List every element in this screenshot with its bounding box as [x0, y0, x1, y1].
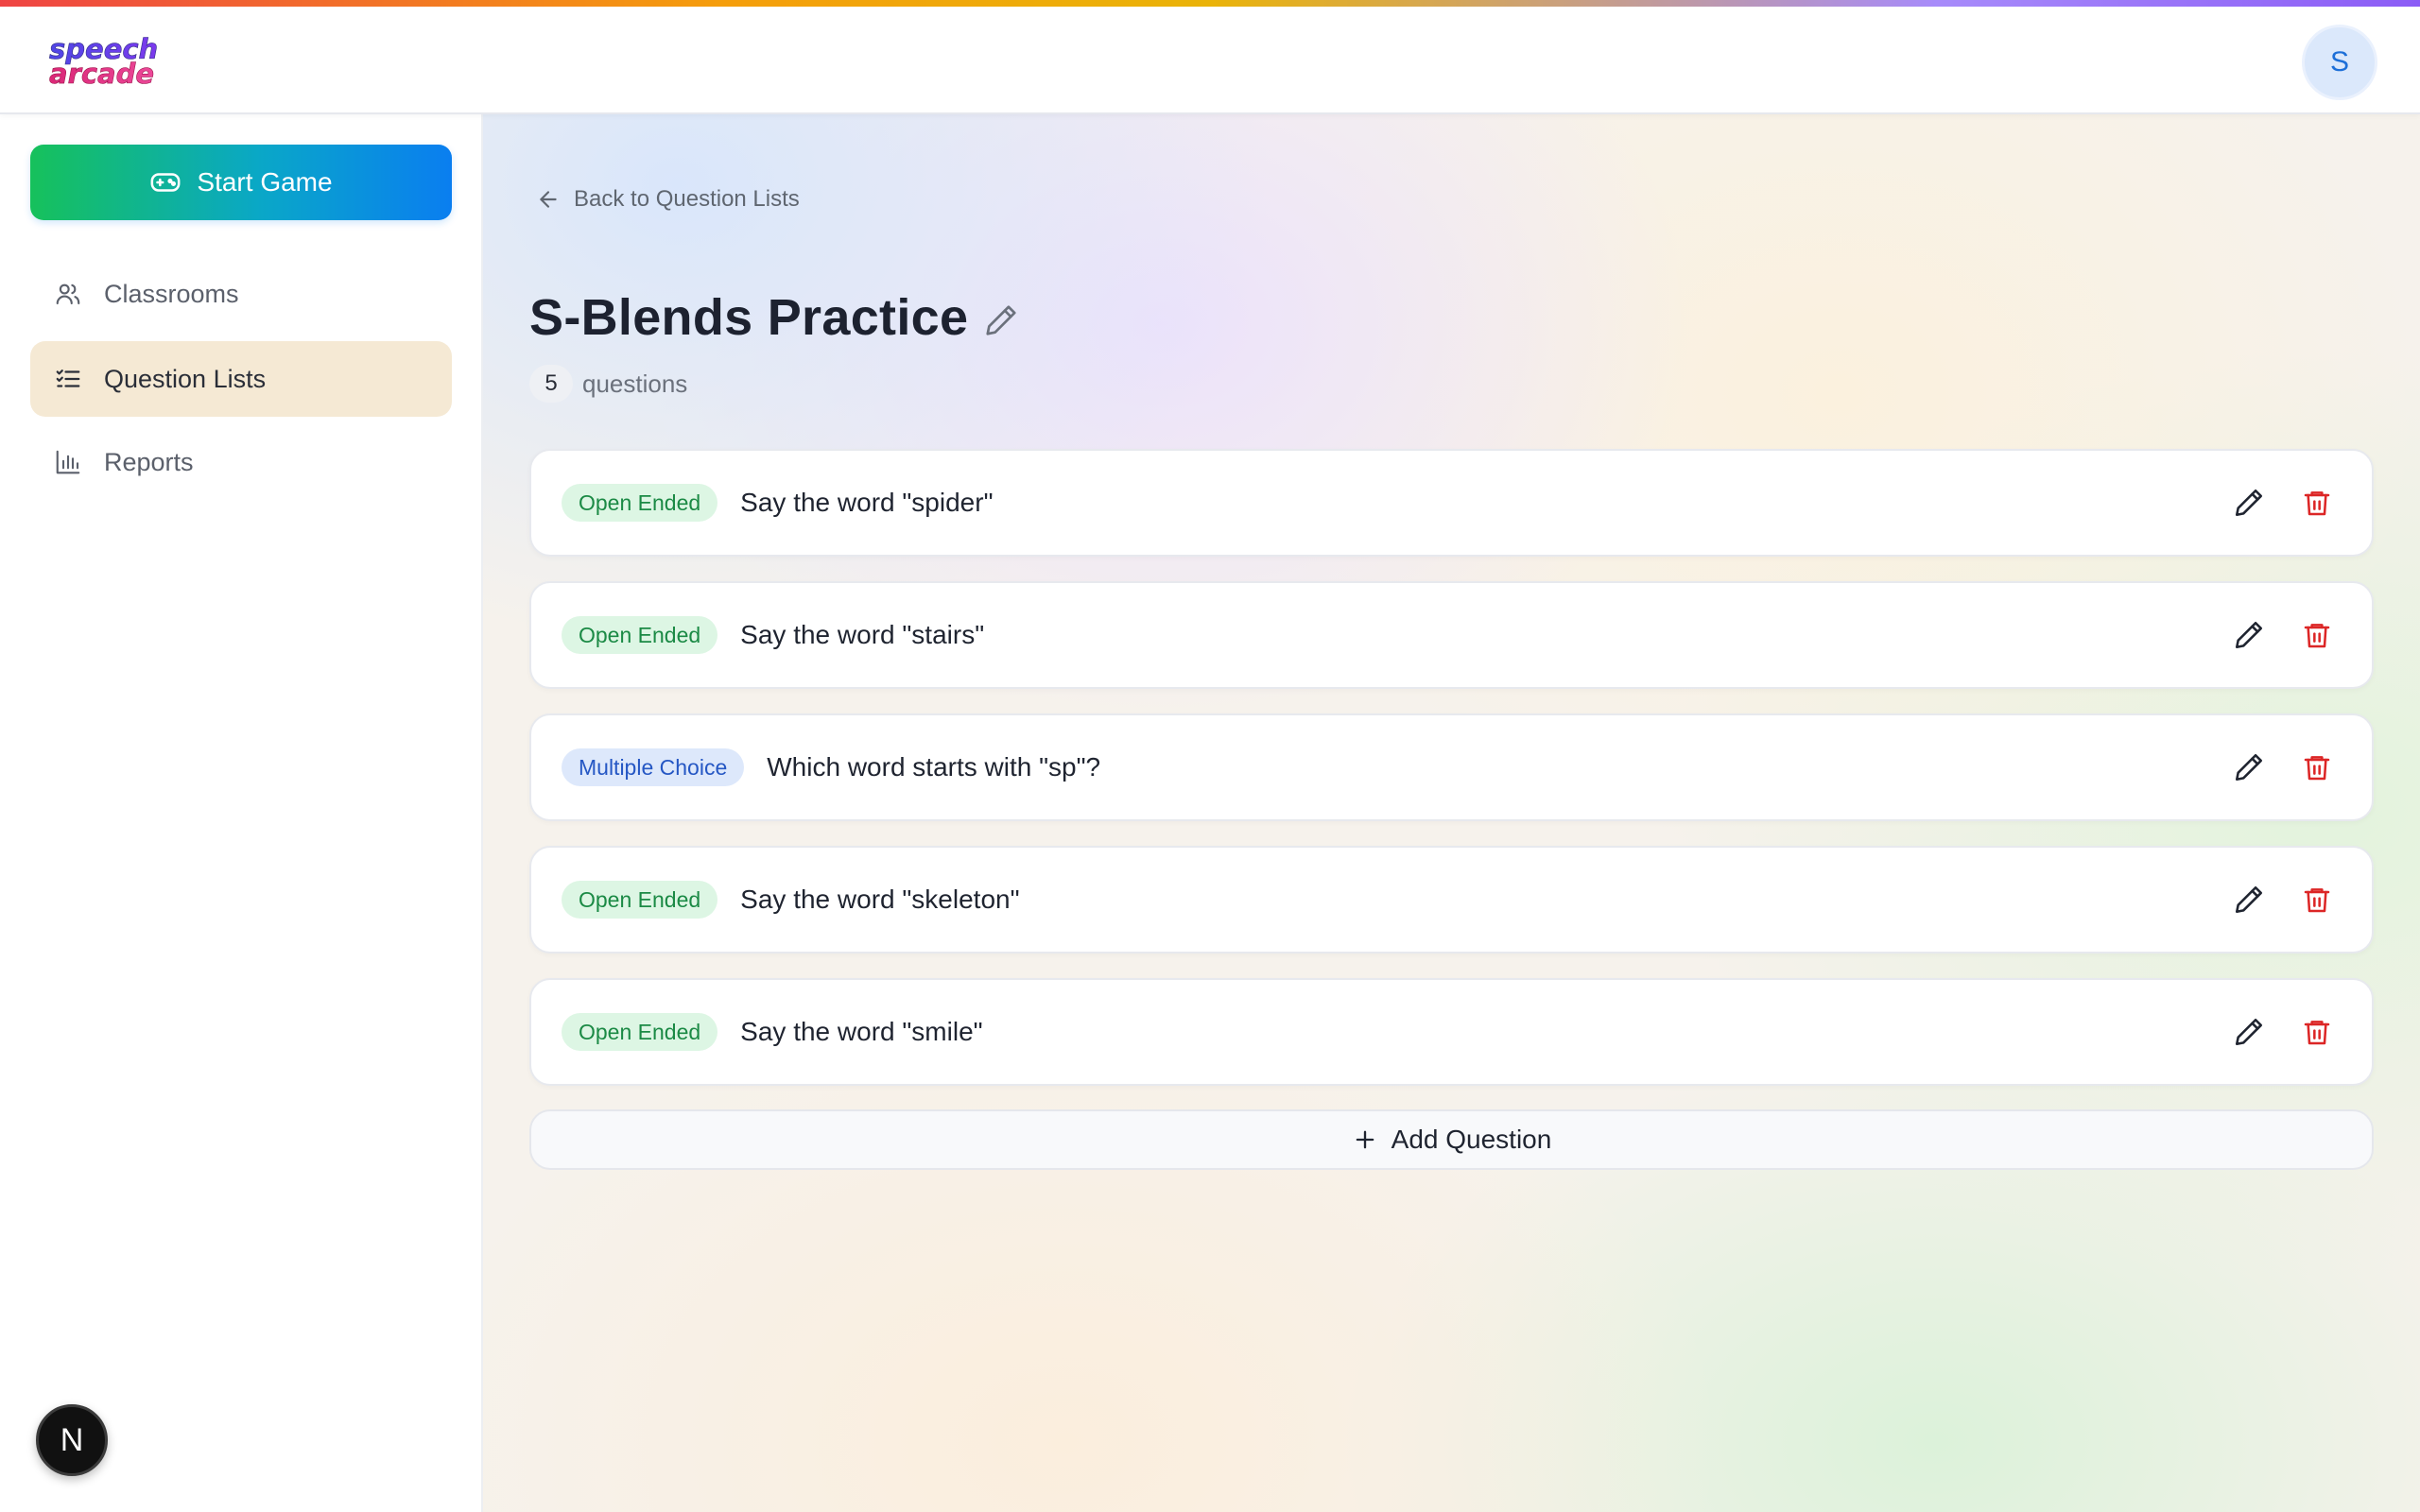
delete-question-icon[interactable] — [2300, 750, 2334, 784]
sidebar-item-label: Question Lists — [104, 364, 267, 393]
back-to-question-lists-link[interactable]: Back to Question Lists — [536, 186, 800, 213]
question-card[interactable]: Multiple Choice Which word starts with "s… — [529, 713, 2374, 821]
page-title: S-Blends Practice — [529, 289, 969, 346]
question-count: 5 questions — [529, 365, 687, 403]
question-count-label: questions — [582, 369, 688, 398]
question-actions — [2232, 451, 2334, 555]
list-checks-icon — [53, 364, 83, 394]
question-text: Which word starts with "sp"? — [767, 752, 1101, 782]
edit-question-icon[interactable] — [2232, 883, 2266, 917]
question-actions — [2232, 980, 2334, 1084]
start-game-button[interactable]: Start Game — [30, 145, 452, 220]
question-actions — [2232, 848, 2334, 952]
question-type-badge: Open Ended — [562, 1013, 718, 1051]
question-text: Say the word "spider" — [740, 488, 994, 517]
question-text: Say the word "stairs" — [740, 620, 985, 649]
sidebar-item-reports[interactable]: Reports — [30, 424, 452, 500]
question-type-badge: Open Ended — [562, 484, 718, 522]
users-icon — [53, 279, 83, 309]
add-question-label: Add Question — [1391, 1125, 1552, 1154]
sidebar: Start Game Classrooms Question Lists Rep… — [0, 114, 483, 1512]
edit-question-icon[interactable] — [2232, 1015, 2266, 1049]
question-type-badge: Open Ended — [562, 881, 718, 919]
question-actions — [2232, 583, 2334, 687]
delete-question-icon[interactable] — [2300, 486, 2334, 520]
svg-text:arcade: arcade — [49, 58, 154, 88]
start-game-label: Start Game — [197, 167, 333, 197]
sidebar-item-label: Reports — [104, 447, 194, 476]
question-card[interactable]: Open Ended Say the word "smile" — [529, 978, 2374, 1086]
question-card[interactable]: Open Ended Say the word "skeleton" — [529, 846, 2374, 954]
sidebar-item-classrooms[interactable]: Classrooms — [30, 256, 452, 332]
question-actions — [2232, 715, 2334, 819]
edit-question-icon[interactable] — [2232, 750, 2266, 784]
sidebar-item-question-lists[interactable]: Question Lists — [30, 341, 452, 417]
delete-question-icon[interactable] — [2300, 618, 2334, 652]
main-content: Back to Question Lists S-Blends Practice… — [483, 114, 2420, 1512]
gamepad-icon — [149, 166, 182, 198]
edit-question-icon[interactable] — [2232, 618, 2266, 652]
nextjs-dev-badge[interactable]: N — [36, 1404, 108, 1476]
sidebar-item-label: Classrooms — [104, 279, 239, 308]
edit-title-icon[interactable] — [983, 302, 1019, 338]
delete-question-icon[interactable] — [2300, 883, 2334, 917]
speech-arcade-logo[interactable]: speech arcade — [47, 33, 176, 91]
edit-question-icon[interactable] — [2232, 486, 2266, 520]
bar-chart-icon — [53, 447, 83, 477]
arrow-left-icon — [536, 187, 561, 212]
question-type-badge: Multiple Choice — [562, 748, 745, 786]
question-card[interactable]: Open Ended Say the word "stairs" — [529, 581, 2374, 689]
question-type-badge: Open Ended — [562, 616, 718, 654]
app-header: speech arcade S — [0, 7, 2420, 114]
back-link-label: Back to Question Lists — [574, 186, 800, 212]
question-count-badge: 5 — [529, 365, 573, 403]
question-card[interactable]: Open Ended Say the word "spider" — [529, 449, 2374, 557]
question-text: Say the word "smile" — [740, 1017, 983, 1046]
delete-question-icon[interactable] — [2300, 1015, 2334, 1049]
question-text: Say the word "skeleton" — [740, 885, 1020, 914]
user-avatar[interactable]: S — [2302, 25, 2377, 100]
add-question-button[interactable]: Add Question — [529, 1109, 2374, 1170]
plus-icon — [1352, 1126, 1378, 1153]
top-gradient-bar — [0, 0, 2420, 7]
